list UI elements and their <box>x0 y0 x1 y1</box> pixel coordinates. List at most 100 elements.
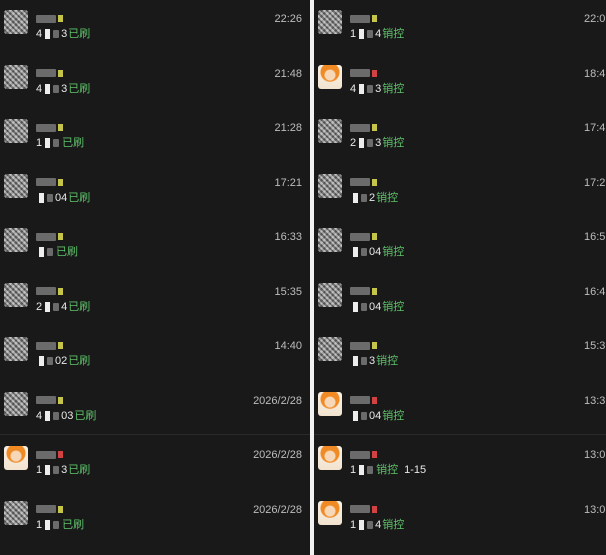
conversation-row[interactable]: 已刷 16:33 <box>0 222 310 276</box>
status-label: 销控 <box>376 464 399 476</box>
conversation-row[interactable]: 2 3销控 17:4 <box>314 113 606 167</box>
timestamp: 16:4 <box>584 285 606 298</box>
mosaic-avatar[interactable] <box>4 64 28 89</box>
conversation-row[interactable]: 1 4销控 13:0 <box>314 495 606 549</box>
contact-name <box>36 448 63 460</box>
conversation-row[interactable]: 1 销控 1-15 13:0 <box>314 440 606 494</box>
conversation-row[interactable]: 1 3已刷 2026/2/28 <box>0 440 310 494</box>
status-label: 已刷 <box>56 246 78 258</box>
timestamp: 22:0 <box>584 13 606 25</box>
contact-name <box>36 67 63 79</box>
message-preview: 2 4已刷 <box>36 299 90 315</box>
conversation-row[interactable]: 04销控 16:5 <box>314 222 606 276</box>
name-emoji-icon <box>58 287 63 295</box>
contact-name <box>350 448 377 460</box>
redacted-text-block <box>45 83 51 94</box>
mosaic-avatar[interactable] <box>318 282 342 307</box>
orange-avatar[interactable] <box>318 500 342 525</box>
orange-avatar[interactable] <box>4 446 28 470</box>
conversation-row[interactable]: 04已刷 17:21 <box>0 168 310 222</box>
conversation-row[interactable]: 02已刷 14:40 <box>0 331 310 385</box>
name-emoji-icon <box>372 396 377 404</box>
conversation-row[interactable]: 2销控 17:2 <box>314 168 606 222</box>
conversation-row[interactable]: 04销控 13:3 <box>314 386 606 440</box>
conversation-row[interactable]: 1 已刷 2026/2/28 <box>0 495 310 549</box>
contact-name <box>350 285 377 297</box>
contact-name <box>36 503 63 515</box>
status-label: 已刷 <box>68 28 91 40</box>
contact-name <box>350 503 377 515</box>
timestamp: 21:28 <box>274 122 302 134</box>
contact-name <box>350 176 377 188</box>
conversation-row[interactable]: 3销控 15:3 <box>314 331 606 385</box>
timestamp: 16:5 <box>584 231 606 243</box>
mosaic-avatar[interactable] <box>318 173 342 198</box>
timestamp: 17:21 <box>274 176 302 189</box>
message-suffix: 04 <box>369 409 382 422</box>
redacted-name-block <box>36 178 56 187</box>
name-emoji-icon <box>58 505 63 513</box>
redacted-text-block <box>353 410 358 421</box>
conversation-row[interactable]: 4 3销控 18:4 <box>314 59 606 113</box>
message-suffix: 3 <box>369 355 376 367</box>
redacted-text-block <box>47 357 53 366</box>
contact-name <box>350 339 377 351</box>
redacted-text-block <box>359 29 365 40</box>
mosaic-avatar[interactable] <box>318 228 342 252</box>
mosaic-avatar[interactable] <box>318 10 342 34</box>
redacted-text-block <box>361 248 367 257</box>
mosaic-avatar[interactable] <box>4 391 28 416</box>
timestamp: 13:0 <box>584 449 606 461</box>
mosaic-avatar[interactable] <box>4 173 28 198</box>
message-prefix: 4 <box>36 28 43 40</box>
mosaic-avatar[interactable] <box>4 282 28 307</box>
timestamp: 13:3 <box>584 394 606 407</box>
redacted-text-block <box>53 520 60 529</box>
orange-avatar[interactable] <box>318 391 342 416</box>
redacted-text-block <box>45 301 51 312</box>
orange-avatar[interactable] <box>318 64 342 89</box>
right-conversation-list[interactable]: 1 4销控 22:0 4 3销控 18:4 2 3销控 17:4 2销控 17:2 04销控 16:5 0… <box>314 0 606 555</box>
conversation-row[interactable]: 4 3已刷 22:26 <box>0 4 310 58</box>
message-suffix: 03 <box>61 409 74 422</box>
mosaic-avatar[interactable] <box>318 337 342 361</box>
contact-name <box>350 67 377 79</box>
redacted-name-block <box>36 341 56 350</box>
status-label: 销控 <box>382 518 405 531</box>
date-separator <box>0 434 310 435</box>
conversation-row[interactable]: 1 4销控 22:0 <box>314 4 606 58</box>
redacted-text-block <box>367 139 374 148</box>
conversation-row[interactable]: 1 已刷 21:28 <box>0 113 310 167</box>
message-prefix: 2 <box>350 137 357 149</box>
status-label: 已刷 <box>74 409 97 422</box>
mosaic-avatar[interactable] <box>318 119 342 143</box>
message-preview: 4 3已刷 <box>36 81 90 97</box>
status-label: 已刷 <box>68 191 91 204</box>
status-label: 已刷 <box>68 355 91 367</box>
mosaic-avatar[interactable] <box>4 500 28 525</box>
orange-avatar[interactable] <box>318 446 342 470</box>
conversation-row[interactable]: 2 4已刷 15:35 <box>0 277 310 331</box>
mosaic-avatar[interactable] <box>4 337 28 361</box>
conversation-row[interactable]: 4 3已刷 21:48 <box>0 59 310 113</box>
redacted-name-block <box>350 69 370 78</box>
redacted-text-block <box>361 411 367 420</box>
name-emoji-icon <box>58 15 63 23</box>
redacted-text-block <box>39 356 44 367</box>
redacted-text-block <box>353 301 358 312</box>
redacted-text-block <box>361 357 367 366</box>
contact-name <box>350 121 377 133</box>
status-label: 销控 <box>376 191 399 204</box>
redacted-name-block <box>36 505 56 514</box>
redacted-text-block <box>45 519 51 530</box>
conversation-row[interactable]: 04销控 16:4 <box>314 277 606 331</box>
conversation-row[interactable]: 4 03已刷 2026/2/28 <box>0 386 310 440</box>
status-label: 销控 <box>376 355 399 367</box>
mosaic-avatar[interactable] <box>4 119 28 143</box>
contact-name <box>36 285 63 297</box>
message-suffix: 4 <box>375 28 382 40</box>
status-label: 已刷 <box>68 464 91 476</box>
message-prefix: 2 <box>36 300 43 313</box>
mosaic-avatar[interactable] <box>4 228 28 252</box>
mosaic-avatar[interactable] <box>4 10 28 34</box>
